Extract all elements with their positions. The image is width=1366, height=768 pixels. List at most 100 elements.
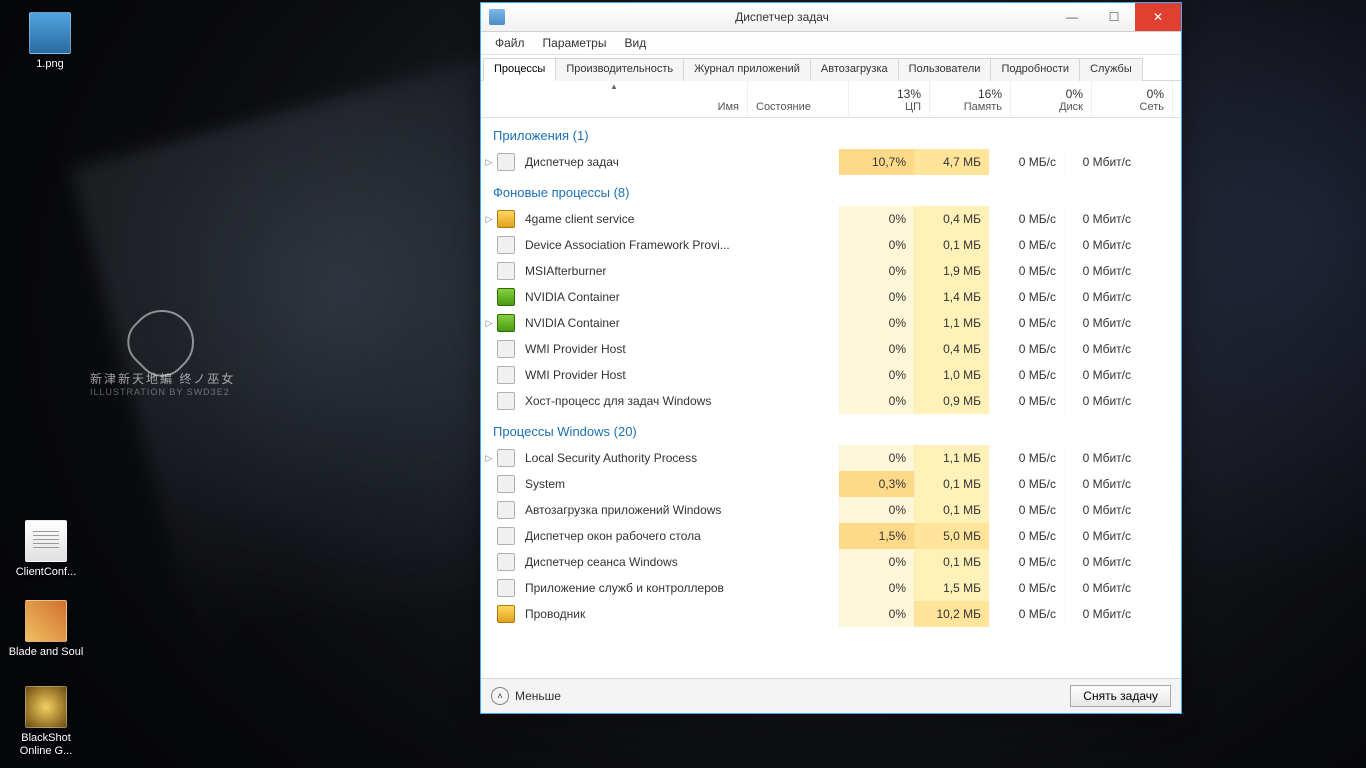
memory-cell: 5,0 МБ: [914, 523, 989, 549]
disk-cell: 0 МБ/с: [989, 284, 1064, 310]
disk-cell: 0 МБ/с: [989, 388, 1064, 414]
process-row[interactable]: ▷4game client service0%0,4 МБ0 МБ/с0 Мби…: [481, 206, 1181, 232]
process-list[interactable]: Приложения (1)▷Диспетчер задач10,7%4,7 М…: [481, 118, 1181, 678]
network-cell: 0 Мбит/с: [1064, 149, 1139, 175]
file-icon: [25, 686, 67, 728]
memory-cell: 10,2 МБ: [914, 601, 989, 627]
minimize-button[interactable]: —: [1051, 3, 1093, 31]
memory-cell: 1,9 МБ: [914, 258, 989, 284]
tab[interactable]: Пользователи: [898, 58, 992, 81]
file-icon: [29, 12, 71, 54]
close-button[interactable]: ✕: [1135, 3, 1181, 31]
process-row[interactable]: Диспетчер окон рабочего стола1,5%5,0 МБ0…: [481, 523, 1181, 549]
expand-icon[interactable]: ▷: [481, 157, 497, 168]
icon-label: 1.png: [12, 58, 88, 71]
process-icon: [497, 340, 515, 358]
menu-item[interactable]: Параметры: [535, 34, 615, 52]
process-icon: [497, 262, 515, 280]
process-row[interactable]: ▷ Диспетчер задач 10,7%4,7 МБ0 МБ/с0 Мбит/…: [481, 149, 1181, 175]
expand-icon[interactable]: ▷: [481, 453, 497, 464]
process-name: 4game client service: [521, 212, 749, 226]
col-network[interactable]: 0%Сеть: [1092, 81, 1173, 117]
col-cpu[interactable]: 13%ЦП: [849, 81, 930, 117]
cpu-cell: 10,7%: [839, 149, 914, 175]
desktop-icon[interactable]: BlackShot Online G...: [8, 686, 84, 758]
cpu-cell: 0%: [839, 445, 914, 471]
col-memory[interactable]: 16%Память: [930, 81, 1011, 117]
tab[interactable]: Службы: [1079, 58, 1143, 81]
process-icon: [497, 605, 515, 623]
process-row[interactable]: Проводник0%10,2 МБ0 МБ/с0 Мбит/с: [481, 601, 1181, 627]
network-cell: 0 Мбит/с: [1064, 601, 1139, 627]
tab[interactable]: Автозагрузка: [810, 58, 899, 81]
network-cell: 0 Мбит/с: [1064, 445, 1139, 471]
sort-indicator-icon: ▲: [610, 82, 618, 91]
process-row[interactable]: ▷Local Security Authority Process0%1,1 М…: [481, 445, 1181, 471]
cpu-cell: 0%: [839, 258, 914, 284]
network-cell: 0 Мбит/с: [1064, 310, 1139, 336]
process-group-header: Процессы Windows (20): [481, 414, 1181, 445]
tab[interactable]: Журнал приложений: [683, 58, 811, 81]
desktop-icon[interactable]: Blade and Soul: [8, 600, 84, 659]
file-icon: [25, 600, 67, 642]
memory-cell: 0,1 МБ: [914, 497, 989, 523]
process-icon: [497, 475, 515, 493]
process-row[interactable]: MSIAfterburner0%1,9 МБ0 МБ/с0 Мбит/с: [481, 258, 1181, 284]
process-row[interactable]: Диспетчер сеанса Windows0%0,1 МБ0 МБ/с0 …: [481, 549, 1181, 575]
titlebar[interactable]: Диспетчер задач — ☐ ✕: [481, 3, 1181, 32]
process-name: Хост-процесс для задач Windows: [521, 394, 749, 408]
disk-cell: 0 МБ/с: [989, 336, 1064, 362]
process-row[interactable]: NVIDIA Container0%1,4 МБ0 МБ/с0 Мбит/с: [481, 284, 1181, 310]
process-icon: [497, 153, 515, 171]
icon-label: Blade and Soul: [8, 646, 84, 659]
disk-cell: 0 МБ/с: [989, 601, 1064, 627]
process-name: Диспетчер задач: [521, 155, 749, 169]
network-cell: 0 Мбит/с: [1064, 388, 1139, 414]
tab[interactable]: Производительность: [555, 58, 684, 81]
network-cell: 0 Мбит/с: [1064, 523, 1139, 549]
expand-icon[interactable]: ▷: [481, 318, 497, 329]
memory-cell: 1,4 МБ: [914, 284, 989, 310]
memory-cell: 4,7 МБ: [914, 149, 989, 175]
process-row[interactable]: WMI Provider Host0%1,0 МБ0 МБ/с0 Мбит/с: [481, 362, 1181, 388]
icon-label: BlackShot Online G...: [8, 732, 84, 758]
end-task-button[interactable]: Снять задачу: [1070, 685, 1171, 707]
cpu-cell: 0%: [839, 310, 914, 336]
cpu-cell: 0%: [839, 497, 914, 523]
process-row[interactable]: Хост-процесс для задач Windows0%0,9 МБ0 …: [481, 388, 1181, 414]
process-icon: [497, 210, 515, 228]
process-row[interactable]: ▷NVIDIA Container0%1,1 МБ0 МБ/с0 Мбит/с: [481, 310, 1181, 336]
disk-cell: 0 МБ/с: [989, 206, 1064, 232]
network-cell: 0 Мбит/с: [1064, 549, 1139, 575]
desktop-icon[interactable]: ClientConf...: [8, 520, 84, 579]
tab[interactable]: Процессы: [483, 58, 556, 81]
desktop-icon[interactable]: 1.png: [12, 12, 88, 71]
menu-item[interactable]: Файл: [487, 34, 533, 52]
process-row[interactable]: Автозагрузка приложений Windows0%0,1 МБ0…: [481, 497, 1181, 523]
maximize-button[interactable]: ☐: [1093, 3, 1135, 31]
process-name: System: [521, 477, 749, 491]
network-cell: 0 Мбит/с: [1064, 497, 1139, 523]
cpu-cell: 0,3%: [839, 471, 914, 497]
disk-cell: 0 МБ/с: [989, 310, 1064, 336]
disk-cell: 0 МБ/с: [989, 575, 1064, 601]
process-row[interactable]: WMI Provider Host0%0,4 МБ0 МБ/с0 Мбит/с: [481, 336, 1181, 362]
network-cell: 0 Мбит/с: [1064, 258, 1139, 284]
disk-cell: 0 МБ/с: [989, 149, 1064, 175]
disk-cell: 0 МБ/с: [989, 258, 1064, 284]
process-row[interactable]: System0,3%0,1 МБ0 МБ/с0 Мбит/с: [481, 471, 1181, 497]
col-state[interactable]: Состояние: [748, 81, 849, 117]
process-icon: [497, 288, 515, 306]
menu-item[interactable]: Вид: [616, 34, 654, 52]
process-row[interactable]: Приложение служб и контроллеров0%1,5 МБ0…: [481, 575, 1181, 601]
expand-icon[interactable]: ▷: [481, 214, 497, 225]
process-name: WMI Provider Host: [521, 368, 749, 382]
col-name[interactable]: ▲Имя: [481, 81, 748, 117]
tab[interactable]: Подробности: [990, 58, 1080, 81]
file-icon: [25, 520, 67, 562]
disk-cell: 0 МБ/с: [989, 549, 1064, 575]
process-row[interactable]: Device Association Framework Provi...0%0…: [481, 232, 1181, 258]
col-disk[interactable]: 0%Диск: [1011, 81, 1092, 117]
process-icon: [497, 392, 515, 410]
fewer-details-button[interactable]: ˄ Меньше: [491, 687, 561, 705]
